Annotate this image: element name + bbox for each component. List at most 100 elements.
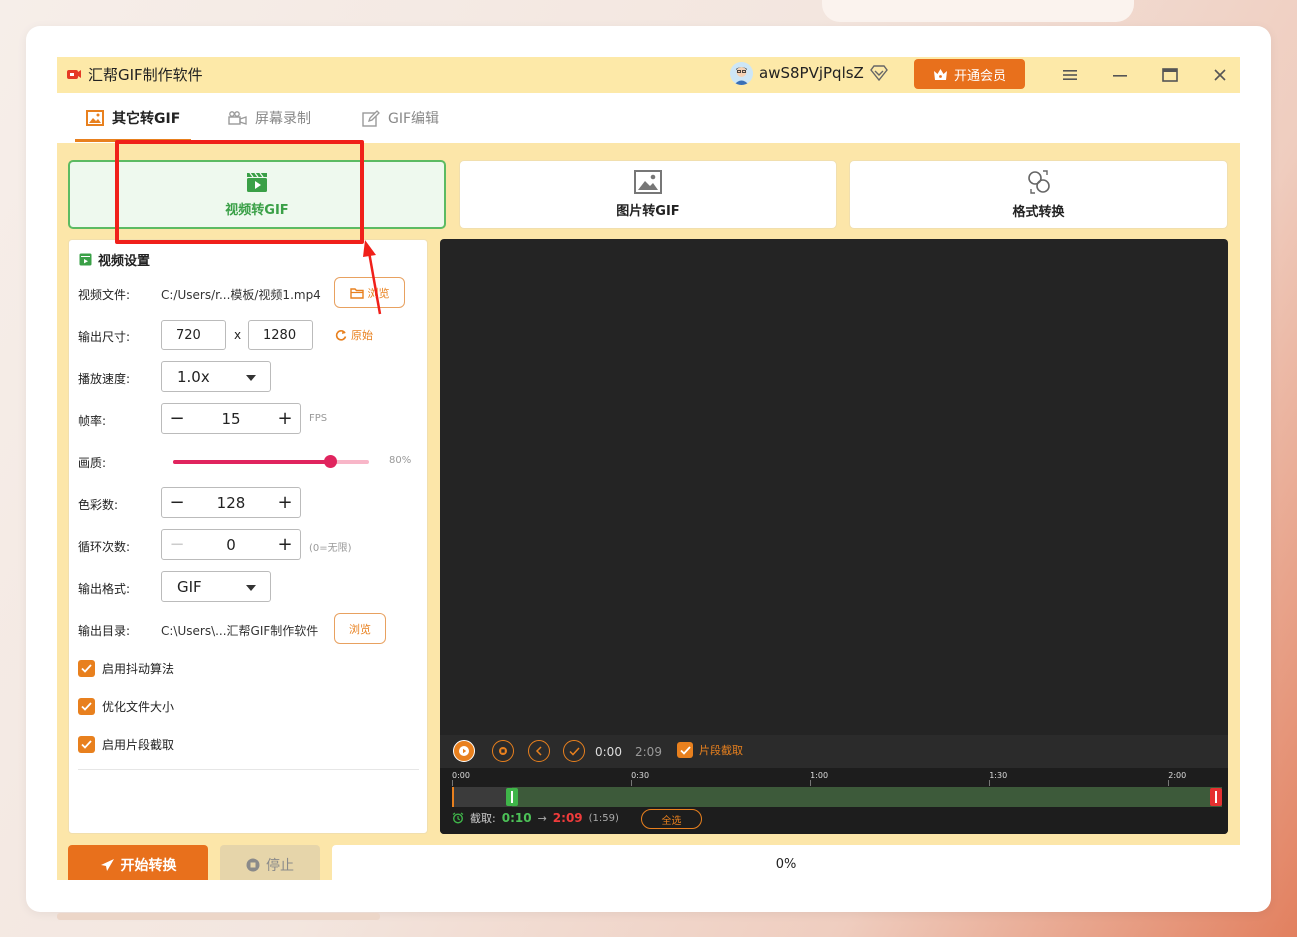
format-label: 输出格式: bbox=[78, 582, 131, 596]
annotation-highlight-box bbox=[115, 140, 364, 244]
alarm-clock-icon bbox=[452, 812, 464, 824]
colors-decrement-button[interactable]: − bbox=[162, 488, 192, 517]
fps-increment-button[interactable]: + bbox=[270, 404, 300, 433]
checkbox-checked-icon bbox=[677, 742, 693, 758]
fps-value[interactable]: 15 bbox=[192, 404, 270, 433]
clip-info: 截取: 0:10 → 2:09 (1:59) bbox=[452, 810, 619, 826]
chevron-down-icon bbox=[246, 585, 256, 591]
settings-divider bbox=[78, 769, 419, 770]
segment-clip-toggle[interactable]: 片段截取 bbox=[677, 742, 743, 758]
loop-hint: (0=无限) bbox=[309, 543, 352, 554]
clip-start-time: 0:10 bbox=[501, 811, 532, 825]
speed-select[interactable]: 1.0x bbox=[161, 361, 271, 392]
select-all-button[interactable]: 全选 bbox=[641, 809, 702, 829]
output-dir-label: 输出目录: bbox=[78, 624, 131, 638]
fps-stepper[interactable]: − 15 + bbox=[161, 403, 301, 434]
minimize-button[interactable] bbox=[1110, 65, 1130, 85]
height-input[interactable]: 1280 bbox=[248, 320, 313, 350]
convert-icon bbox=[1027, 170, 1050, 194]
tab-gif-edit[interactable]: GIF编辑 bbox=[362, 93, 439, 143]
loop-stepper[interactable]: − 0 + bbox=[161, 529, 301, 560]
hamburger-icon bbox=[1063, 70, 1077, 80]
clip-range bbox=[511, 787, 1222, 807]
format-select[interactable]: GIF bbox=[161, 571, 271, 602]
checkbox-dithering[interactable]: 启用抖动算法 bbox=[78, 660, 174, 677]
menu-button[interactable] bbox=[1060, 65, 1080, 85]
mode-format-convert[interactable]: 格式转换 bbox=[849, 160, 1228, 229]
video-preview: 0:00 2:09 片段截取 0:00 0:30 1:00 1:30 2:00 bbox=[440, 239, 1228, 834]
speed-label: 播放速度: bbox=[78, 372, 131, 386]
avatar-face-icon bbox=[730, 62, 753, 85]
quality-slider-thumb[interactable] bbox=[323, 455, 337, 468]
maximize-button[interactable] bbox=[1160, 65, 1180, 85]
loop-value[interactable]: 0 bbox=[192, 530, 270, 559]
checkbox-checked-icon bbox=[78, 736, 95, 753]
colors-stepper[interactable]: − 128 + bbox=[161, 487, 301, 518]
stop-playback-button[interactable] bbox=[492, 740, 514, 762]
reset-original-label: 原始 bbox=[351, 329, 373, 342]
loop-label: 循环次数: bbox=[78, 540, 131, 554]
confirm-button[interactable] bbox=[563, 740, 585, 762]
clip-label: 截取: bbox=[470, 812, 496, 825]
tab-screen-record[interactable]: 屏幕录制 bbox=[228, 93, 311, 143]
fps-decrement-button[interactable]: − bbox=[162, 404, 192, 433]
send-icon bbox=[100, 859, 114, 871]
stop-circle-icon bbox=[499, 747, 507, 755]
app-logo-icon bbox=[67, 70, 81, 79]
width-input[interactable]: 720 bbox=[161, 320, 226, 350]
loop-increment-button[interactable]: + bbox=[270, 530, 300, 559]
fps-unit: FPS bbox=[309, 413, 328, 424]
player-controls: 0:00 2:09 片段截取 bbox=[440, 735, 1228, 768]
start-convert-label: 开始转换 bbox=[120, 858, 177, 874]
mode-label: 格式转换 bbox=[1012, 205, 1065, 220]
play-button[interactable] bbox=[453, 740, 475, 762]
clip-start-handle[interactable] bbox=[505, 788, 518, 806]
playhead[interactable] bbox=[452, 787, 454, 807]
colors-increment-button[interactable]: + bbox=[270, 488, 300, 517]
colors-value[interactable]: 128 bbox=[192, 488, 270, 517]
clip-end-time: 2:09 bbox=[552, 811, 583, 825]
checkbox-optimize-size[interactable]: 优化文件大小 bbox=[78, 698, 174, 715]
timeline-tick-label: 1:30 bbox=[989, 771, 1008, 780]
clip-end-handle[interactable] bbox=[1210, 788, 1222, 806]
previous-frame-button[interactable] bbox=[528, 740, 550, 762]
vip-button[interactable]: 开通会员 bbox=[914, 59, 1025, 89]
play-icon bbox=[459, 746, 469, 756]
checkbox-label: 优化文件大小 bbox=[102, 700, 175, 714]
app-title: 汇帮GIF制作软件 bbox=[88, 66, 203, 84]
close-button[interactable] bbox=[1210, 65, 1230, 85]
quality-slider-fill bbox=[173, 460, 330, 464]
timeline[interactable]: 0:00 0:30 1:00 1:30 2:00 截取: 0:10 → 2:09 (1:… bbox=[440, 768, 1228, 834]
tab-other-to-gif[interactable]: 其它转GIF bbox=[86, 93, 180, 143]
user-avatar[interactable] bbox=[730, 62, 753, 85]
diamond-icon bbox=[870, 65, 888, 81]
start-convert-button[interactable]: 开始转换 bbox=[68, 845, 208, 880]
timeline-tick-mark bbox=[631, 780, 633, 786]
timeline-tick-mark bbox=[989, 780, 991, 786]
title-bar: 汇帮GIF制作软件 awS8PVjPqlsZ 开通会员 bbox=[57, 57, 1240, 93]
browse-output-button[interactable]: 浏览 bbox=[334, 613, 386, 644]
mode-image-to-gif[interactable]: 图片转GIF bbox=[459, 160, 837, 229]
check-icon bbox=[568, 746, 580, 756]
video-settings-icon bbox=[79, 253, 92, 266]
chevron-left-icon bbox=[535, 746, 542, 756]
settings-title: 视频设置 bbox=[79, 250, 150, 269]
crown-icon bbox=[933, 68, 947, 80]
size-separator: x bbox=[234, 328, 242, 342]
minimize-icon bbox=[1113, 75, 1127, 77]
timeline-tick-mark bbox=[810, 780, 812, 786]
background-decoration bbox=[57, 913, 380, 920]
quality-slider[interactable] bbox=[173, 455, 369, 468]
reset-original-button[interactable]: 原始 bbox=[335, 327, 373, 343]
loop-decrement-button[interactable]: − bbox=[162, 530, 192, 559]
timeline-track[interactable] bbox=[452, 787, 1222, 807]
checkbox-segment-clip[interactable]: 启用片段截取 bbox=[78, 736, 174, 753]
checkbox-checked-icon bbox=[78, 698, 95, 715]
vip-button-label: 开通会员 bbox=[953, 68, 1006, 84]
quality-label: 画质: bbox=[78, 456, 107, 470]
progress-text: 0% bbox=[775, 857, 797, 872]
conversion-progress: 0% bbox=[332, 845, 1240, 880]
stop-button[interactable]: 停止 bbox=[220, 845, 320, 880]
image-icon bbox=[634, 170, 662, 194]
annotation-arrow-icon bbox=[363, 240, 382, 315]
